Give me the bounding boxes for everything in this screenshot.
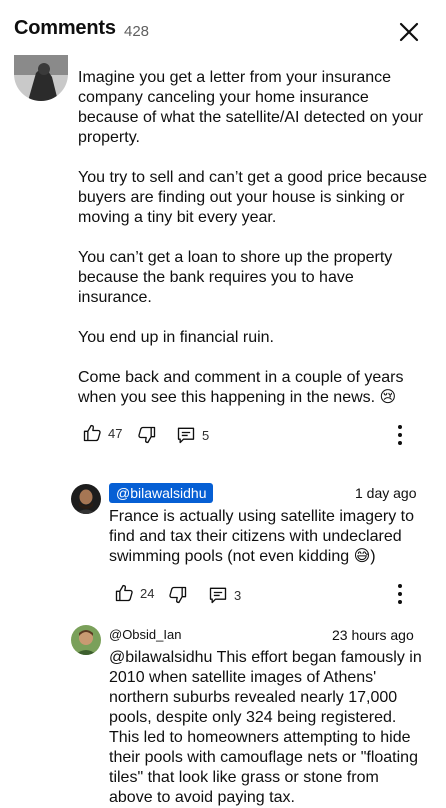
comment-text: Imagine you get a letter from your insur… bbox=[78, 69, 427, 406]
thumb-up-icon bbox=[115, 584, 133, 602]
reply-icon bbox=[177, 427, 195, 444]
comments-header: Comments 428 bbox=[0, 0, 446, 60]
like-count: 47 bbox=[108, 425, 123, 441]
avatar[interactable] bbox=[14, 55, 68, 101]
thumb-up-icon bbox=[83, 424, 101, 442]
reply-button[interactable]: 3 bbox=[208, 585, 241, 605]
avatar[interactable] bbox=[71, 625, 101, 655]
avatar[interactable] bbox=[71, 484, 101, 514]
author-handle[interactable]: @bilawalsidhu bbox=[109, 483, 214, 503]
comment-timestamp: 1 day ago bbox=[355, 485, 417, 501]
like-count: 24 bbox=[140, 585, 155, 601]
reply-text: @bilawalsidhu This effort began famously… bbox=[109, 649, 422, 806]
reply-icon bbox=[209, 587, 227, 604]
reply-count: 3 bbox=[234, 587, 242, 603]
more-vert-icon[interactable] bbox=[391, 423, 411, 447]
thumb-down-icon bbox=[169, 586, 187, 604]
comments-title: Comments bbox=[14, 17, 116, 39]
comments-count: 428 bbox=[124, 23, 150, 40]
close-icon[interactable] bbox=[397, 20, 421, 44]
like-button[interactable]: 47 bbox=[82, 423, 122, 443]
reply-button[interactable]: 5 bbox=[176, 425, 209, 445]
dislike-button[interactable] bbox=[137, 425, 157, 445]
reply-text: France is actually using satellite image… bbox=[109, 508, 415, 565]
more-vert-icon[interactable] bbox=[391, 582, 411, 606]
comment-timestamp: 23 hours ago bbox=[332, 627, 414, 643]
dislike-button[interactable] bbox=[168, 585, 188, 605]
thumb-down-icon bbox=[138, 426, 156, 444]
author-handle[interactable]: @Obsid_Ian bbox=[109, 627, 181, 642]
like-button[interactable]: 24 bbox=[114, 583, 154, 603]
reply-count: 5 bbox=[202, 427, 210, 443]
